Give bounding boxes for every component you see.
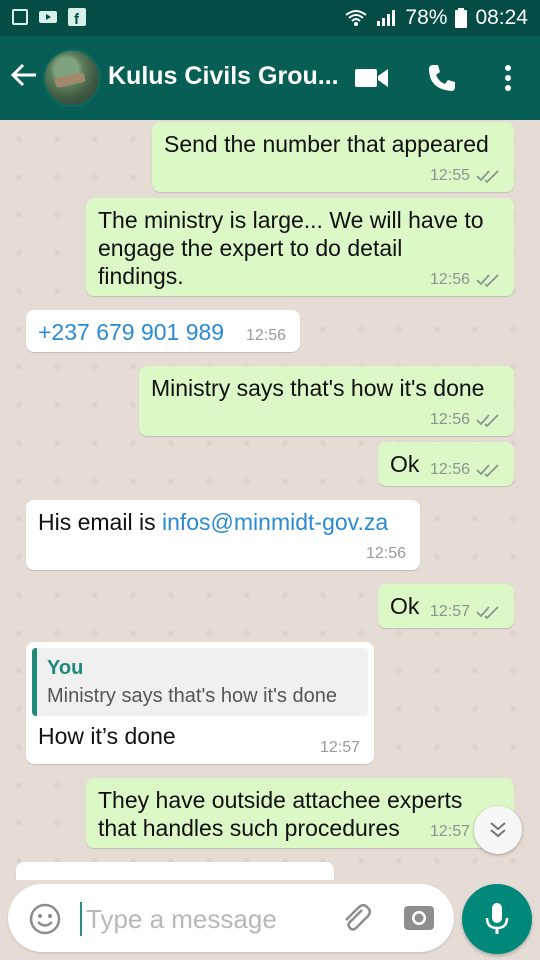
message-time: 12:56 <box>365 545 406 562</box>
message-composer <box>8 884 454 952</box>
message-incoming-partial[interactable] <box>16 862 334 880</box>
image-icon <box>12 9 28 25</box>
voice-message-button[interactable] <box>462 884 532 954</box>
signal-icon <box>377 10 396 26</box>
message-outgoing[interactable]: The ministry is large... We will have to… <box>86 198 514 296</box>
more-vert-icon <box>505 65 511 91</box>
message-meta: 12:55 <box>430 168 500 184</box>
back-button[interactable] <box>10 58 42 98</box>
double-chevron-down-icon <box>490 822 506 838</box>
message-time: 12:56 <box>245 327 286 344</box>
message-incoming-reply[interactable]: You Ministry says that's how it's done H… <box>26 642 374 764</box>
video-icon <box>39 11 57 23</box>
email-link[interactable]: infos@minmidt-gov.za <box>162 509 388 535</box>
message-incoming[interactable]: His email is infos@minmidt-gov.za 12:56 <box>26 500 420 570</box>
video-call-icon <box>355 69 388 87</box>
double-check-icon <box>476 464 499 477</box>
battery-percent: 78% <box>405 6 448 29</box>
paperclip-icon <box>345 904 371 931</box>
message-meta: 12:57 <box>430 604 500 620</box>
wifi-icon <box>345 10 368 26</box>
message-meta: 12:56 <box>430 412 500 428</box>
battery-icon <box>455 8 468 28</box>
quoted-text: Ministry says that's how it's done <box>47 685 337 707</box>
message-input[interactable] <box>84 896 328 942</box>
message-outgoing[interactable]: Ok 12:57 <box>378 584 514 628</box>
message-meta: 12:56 <box>366 546 406 562</box>
message-meta: 12:56 <box>430 462 500 478</box>
phone-icon <box>429 65 455 91</box>
text-cursor <box>80 902 82 936</box>
message-time: 12:56 <box>429 271 470 288</box>
video-call-button[interactable] <box>350 56 394 100</box>
arrow-back-icon <box>10 63 36 87</box>
quoted-author: You <box>47 657 84 679</box>
quoted-message[interactable]: You Ministry says that's how it's done <box>32 648 368 716</box>
message-time: 12:57 <box>429 823 470 840</box>
message-text: Ministry says that's how it's done <box>151 375 485 401</box>
facebook-icon: f <box>68 8 86 26</box>
message-time: 12:57 <box>429 603 470 620</box>
message-text-prefix: His email is <box>38 509 162 535</box>
double-check-icon <box>476 274 499 287</box>
message-meta: 12:56 <box>430 272 500 288</box>
double-check-icon <box>476 414 499 427</box>
message-text: His email is infos@minmidt-gov.za <box>38 508 408 536</box>
message-time: 12:56 <box>429 411 470 428</box>
message-text: They have outside attachee experts that … <box>98 787 463 841</box>
status-bar: f 78% 08:24 <box>0 0 540 36</box>
clock: 08:24 <box>475 6 528 29</box>
message-outgoing[interactable]: Ministry says that's how it's done 12:56 <box>139 366 514 436</box>
double-check-icon <box>476 606 499 619</box>
message-outgoing[interactable]: Send the number that appeared 12:55 <box>152 122 514 192</box>
message-list[interactable]: Send the number that appeared 12:55 The … <box>0 120 540 880</box>
message-text: How it’s done <box>38 723 176 749</box>
message-text: Send the number that appeared <box>164 131 489 157</box>
camera-icon <box>404 906 434 930</box>
group-avatar[interactable] <box>43 49 101 107</box>
double-check-icon <box>476 170 499 183</box>
attach-button[interactable] <box>338 900 374 936</box>
more-options-button[interactable] <box>486 56 530 100</box>
camera-button[interactable] <box>402 900 438 936</box>
message-outgoing[interactable]: They have outside attachee experts that … <box>86 778 514 848</box>
message-time: 12:56 <box>429 461 470 478</box>
chat-header: Kulus Civils Grou... <box>0 36 540 120</box>
message-meta: 12:56 <box>246 328 286 344</box>
composer-bar <box>0 880 540 960</box>
message-incoming[interactable]: +237 679 901 989 12:56 <box>26 310 300 352</box>
scroll-to-bottom-button[interactable] <box>474 806 522 854</box>
message-time: 12:55 <box>429 167 470 184</box>
message-meta: 12:57 <box>320 740 360 756</box>
message-meta: 12:57 <box>430 824 470 840</box>
message-outgoing[interactable]: Ok 12:56 <box>378 442 514 486</box>
message-time: 12:57 <box>319 739 360 756</box>
mic-icon <box>485 903 509 934</box>
emoji-icon <box>29 903 61 935</box>
voice-call-button[interactable] <box>420 56 464 100</box>
emoji-button[interactable] <box>28 902 62 936</box>
chat-title[interactable]: Kulus Civils Grou... <box>108 62 348 91</box>
